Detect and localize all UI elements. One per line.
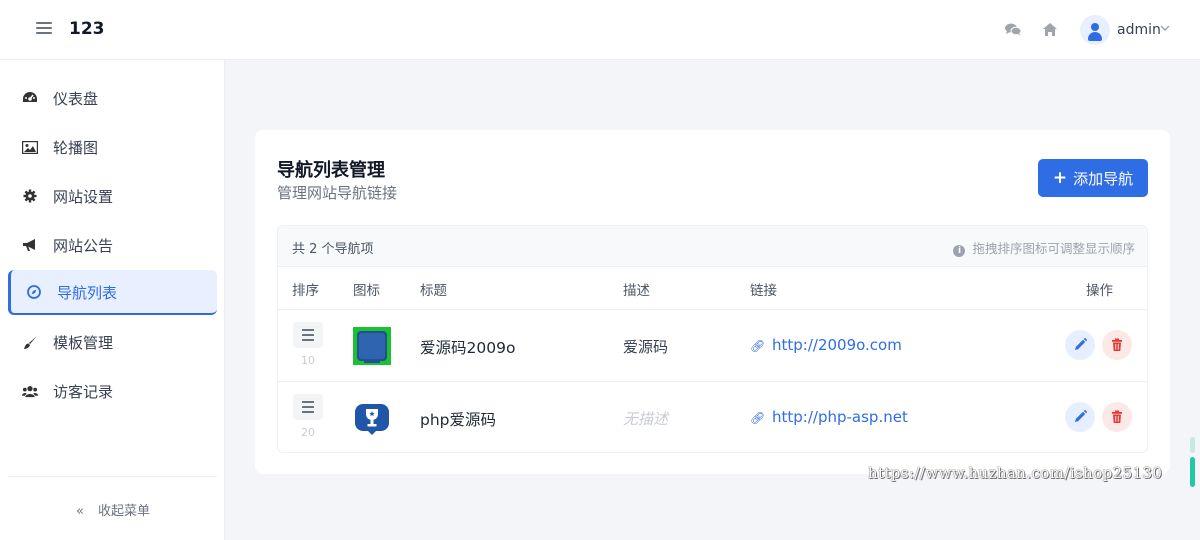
chevron-down-icon[interactable] [1160, 21, 1170, 35]
column-header-link: 链接 [750, 283, 777, 299]
trash-icon [1112, 338, 1122, 351]
sidebar-item-site-settings[interactable]: 网站设置 [8, 174, 217, 218]
row-link-text: http://2009o.com [772, 336, 902, 354]
pencil-icon [1075, 409, 1088, 422]
sidebar-item-dashboard[interactable]: 仪表盘 [8, 76, 217, 120]
table-toolbar: 共 2 个导航项 i 拖拽排序图标可调整显示顺序 [278, 226, 1147, 267]
avatar[interactable] [1080, 15, 1110, 45]
column-header-title: 标题 [420, 283, 447, 299]
sidebar-item-label: 访客记录 [53, 383, 114, 401]
delete-button[interactable] [1102, 402, 1132, 432]
link-icon: 🔗︎ [750, 411, 766, 425]
gear-icon [22, 188, 38, 204]
sidebar-item-label: 模板管理 [53, 334, 114, 352]
sidebar-item-templates[interactable]: 模板管理 [8, 320, 217, 364]
megaphone-icon [22, 237, 38, 253]
drag-handle-icon[interactable] [293, 322, 323, 348]
sidebar-item-carousel[interactable]: 轮播图 [8, 125, 217, 169]
row-title: 爱源码2009o [420, 339, 516, 357]
nav-table: 共 2 个导航项 i 拖拽排序图标可调整显示顺序 排序 图标 标题 描述 链接 操… [277, 225, 1148, 453]
row-description: 爱源码 [623, 338, 669, 356]
brush-icon [22, 334, 38, 350]
row-description: 无描述 [623, 410, 669, 428]
drag-hint: i 拖拽排序图标可调整显示顺序 [953, 238, 1135, 257]
delete-button[interactable] [1102, 330, 1132, 360]
sidebar-divider [8, 476, 217, 477]
sidebar-item-label: 轮播图 [53, 139, 99, 157]
brand-title: 123 [69, 19, 105, 39]
nav-icon-2009o [353, 327, 391, 365]
item-count: 共 2 个导航项 [292, 242, 374, 257]
sidebar: 仪表盘 轮播图 网站设置 网站公告 导航列表 模板管理 访客记录 « 收起菜单 [0, 60, 225, 540]
sidebar-item-label: 仪表盘 [53, 90, 99, 108]
edit-button[interactable] [1065, 402, 1095, 432]
double-chevron-left-icon: « [76, 504, 84, 519]
row-link-text: http://php-asp.net [772, 408, 908, 426]
edit-button[interactable] [1065, 330, 1095, 360]
page-title: 导航列表管理 [277, 160, 385, 181]
sort-number: 10 [301, 354, 315, 367]
column-header-actions: 操作 [1086, 283, 1113, 299]
page-subtitle: 管理网站导航链接 [277, 184, 398, 202]
sidebar-item-nav-list[interactable]: 导航列表 [8, 270, 217, 315]
scrollbar-thumb[interactable] [1190, 457, 1195, 487]
column-header-description: 描述 [623, 283, 650, 299]
image-icon [22, 139, 38, 155]
collapse-menu-label: 收起菜单 [97, 504, 150, 519]
nav-list-card: 导航列表管理 管理网站导航链接 + 添加导航 共 2 个导航项 i 拖拽排序图标可调… [255, 130, 1170, 474]
link-icon: 🔗︎ [750, 339, 766, 353]
sidebar-item-visitors[interactable]: 访客记录 [8, 369, 217, 413]
scrollbar-track [1190, 437, 1195, 453]
menu-toggle-icon[interactable] [36, 22, 52, 36]
sort-number: 20 [301, 426, 315, 439]
top-bar: 123 admin [0, 0, 1200, 60]
row-title: php爱源码 [420, 411, 497, 429]
collapse-menu-button[interactable]: « 收起菜单 [76, 500, 150, 519]
pencil-icon [1075, 337, 1088, 350]
nav-icon-php [353, 399, 391, 437]
home-icon[interactable] [1042, 22, 1060, 38]
table-row: 10 爱源码2009o 爱源码 🔗︎ http://2009o.com [278, 309, 1147, 381]
add-nav-label: 添加导航 [1073, 169, 1134, 188]
watermark-text: https://www.huzhan.com/ishop25130 [868, 464, 1163, 482]
add-nav-button[interactable]: + 添加导航 [1038, 159, 1148, 197]
user-name[interactable]: admin [1117, 22, 1161, 38]
table-row: 20 php爱源码 无描述 🔗︎ http://php-asp.net [278, 381, 1147, 452]
sidebar-item-announcements[interactable]: 网站公告 [8, 223, 217, 267]
users-icon [22, 383, 38, 399]
column-header-sort: 排序 [292, 283, 319, 299]
row-link[interactable]: 🔗︎ http://php-asp.net [750, 408, 908, 426]
drag-hint-text: 拖拽排序图标可调整显示顺序 [972, 241, 1135, 256]
sidebar-item-label: 网站设置 [53, 188, 114, 206]
info-icon: i [953, 245, 966, 257]
sidebar-item-label: 导航列表 [57, 284, 118, 302]
drag-handle-icon[interactable] [293, 394, 323, 420]
trash-icon [1112, 410, 1122, 423]
dashboard-icon [22, 90, 38, 106]
column-header-icon: 图标 [353, 283, 380, 299]
compass-icon [26, 284, 42, 300]
chat-icon[interactable] [1004, 22, 1022, 38]
row-link[interactable]: 🔗︎ http://2009o.com [750, 336, 902, 354]
plus-icon: + [1052, 168, 1068, 188]
sidebar-item-label: 网站公告 [53, 237, 114, 255]
